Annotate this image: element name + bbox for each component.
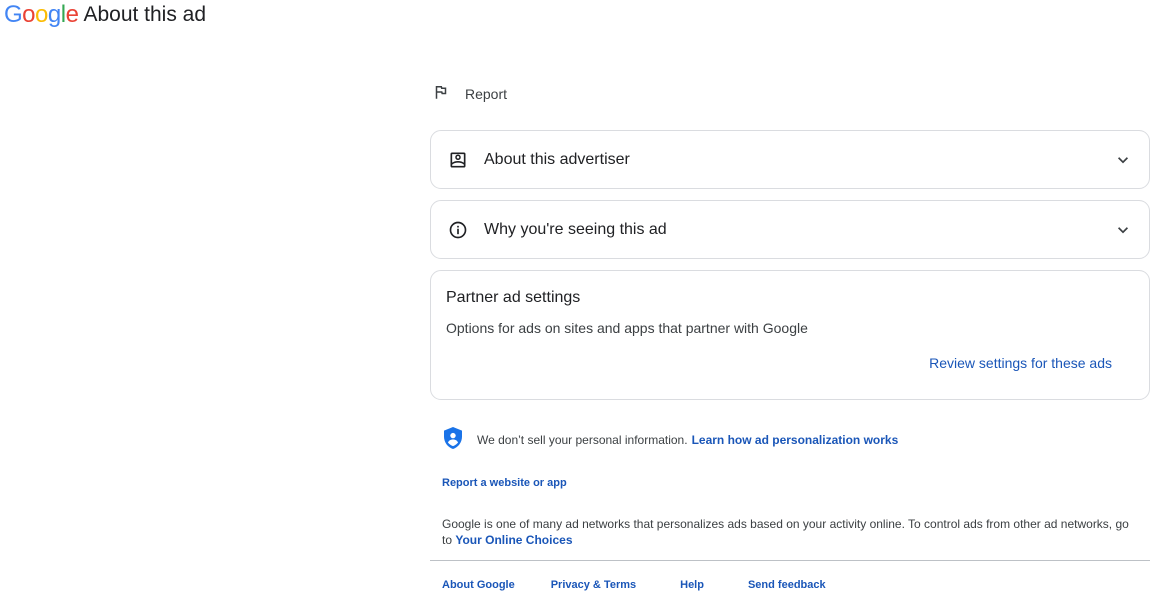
report-button[interactable]: Report <box>432 83 507 105</box>
info-icon <box>448 220 468 240</box>
accordion-title: About this advertiser <box>484 150 630 168</box>
logo-letter: G <box>4 1 23 28</box>
footer-privacy-terms-link[interactable]: Privacy & Terms <box>551 579 636 591</box>
chevron-down-icon <box>1113 220 1133 240</box>
chevron-down-icon <box>1113 150 1133 170</box>
report-website-link[interactable]: Report a website or app <box>442 477 567 489</box>
logo-letter: o <box>35 1 48 28</box>
logo-letter: e <box>65 1 79 28</box>
accordion-title: Why you're seeing this ad <box>484 220 667 238</box>
partner-description: Options for ads on sites and apps that p… <box>446 320 808 336</box>
page-header: G o o g l e About this ad <box>4 2 206 28</box>
flag-icon <box>432 83 450 106</box>
google-logo[interactable]: G o o g l e <box>4 1 79 28</box>
partner-ad-settings-card: Partner ad settings Options for ads on s… <box>430 270 1150 400</box>
about-advertiser-accordion[interactable]: About this advertiser <box>430 130 1150 189</box>
footer-divider <box>430 560 1150 561</box>
your-online-choices-link[interactable]: Your Online Choices <box>455 533 572 547</box>
logo-letter: g <box>47 1 61 28</box>
logo-letter: o <box>22 1 36 28</box>
privacy-text: We don’t sell your personal information. <box>477 433 688 447</box>
advertiser-badge-icon <box>448 150 468 170</box>
shield-user-icon <box>442 426 464 455</box>
report-label: Report <box>465 86 508 102</box>
footer-help-link[interactable]: Help <box>680 579 704 591</box>
learn-personalization-link[interactable]: Learn how ad personalization works <box>692 433 899 447</box>
partner-title: Partner ad settings <box>446 289 581 306</box>
page-title: About this ad <box>83 3 207 26</box>
footer-links: About Google Privacy & Terms Help Send f… <box>442 579 826 591</box>
ad-networks-paragraph: Google is one of many ad networks that p… <box>442 516 1142 548</box>
privacy-notice: We don’t sell your personal information.… <box>442 426 899 455</box>
footer-about-google-link[interactable]: About Google <box>442 579 515 591</box>
why-seeing-ad-accordion[interactable]: Why you're seeing this ad <box>430 200 1150 259</box>
footer-send-feedback-link[interactable]: Send feedback <box>748 579 826 591</box>
review-settings-link[interactable]: Review settings for these ads <box>929 355 1112 371</box>
